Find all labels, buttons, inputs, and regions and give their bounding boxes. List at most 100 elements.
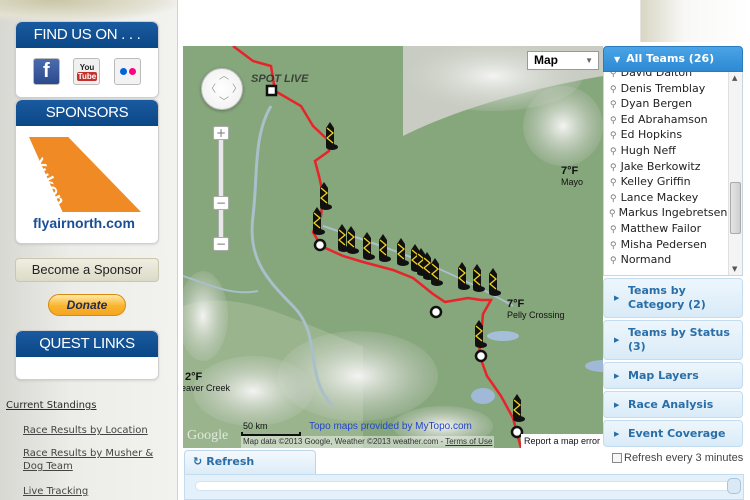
team-list-item[interactable]: ⚲ Kelley Griffin <box>604 175 728 191</box>
team-name: Misha Pedersen <box>620 237 707 251</box>
tracking-map[interactable]: SPOT LIVE ︿ ﹀ 〈 〉 + − − Map ▼ 7°F Mayo 7… <box>183 46 603 448</box>
team-list-scrollbar[interactable]: ▲ ▼ <box>728 72 742 275</box>
facebook-icon[interactable]: f <box>32 58 60 85</box>
chevron-right-icon: ▶ <box>614 294 620 302</box>
search-icon: ⚲ <box>610 100 617 111</box>
spot-live-label: SPOT LIVE <box>251 73 309 85</box>
section-label: Teams by Status (3) <box>628 326 730 353</box>
scale-label: 50 km <box>243 421 268 431</box>
flickr-blue-dot <box>119 68 127 75</box>
pan-down-icon[interactable]: ﹀ <box>219 98 229 108</box>
teams-by-category-header[interactable]: ▶ Teams by Category (2) <box>603 278 743 318</box>
auto-refresh-checkbox[interactable] <box>612 453 622 463</box>
scroll-thumb[interactable] <box>730 182 741 234</box>
lake <box>471 388 495 404</box>
team-name: Jake Berkowitz <box>620 159 701 173</box>
youtube-icon[interactable]: You Tube <box>73 58 101 85</box>
zoom-slider-track[interactable] <box>218 136 224 246</box>
facebook-glyph: f <box>42 60 50 82</box>
donate-button[interactable]: Donate <box>48 294 126 316</box>
checkpoint-marker <box>313 238 327 252</box>
map-canvas: SPOT LIVE <box>183 46 603 448</box>
flickr-icon[interactable] <box>114 58 142 85</box>
youtube-you-text: You <box>79 62 95 72</box>
zoom-in-button[interactable]: + <box>213 126 229 140</box>
team-list-item[interactable]: ⚲ Misha Pedersen <box>604 238 728 254</box>
zoom-slider-handle[interactable]: − <box>213 196 229 210</box>
pan-right-icon[interactable]: 〉 <box>232 85 242 95</box>
find-us-title: FIND US ON . . . <box>16 22 158 48</box>
team-list-item[interactable]: ⚲ Dyan Bergen <box>604 97 728 113</box>
search-icon: ⚲ <box>610 224 617 235</box>
search-icon: ⚲ <box>610 146 617 157</box>
map-type-select[interactable]: Map ▼ <box>527 51 599 70</box>
link-current-standings[interactable]: Current Standings <box>6 400 97 411</box>
timeline-panel <box>184 474 744 500</box>
refresh-locations-button[interactable]: ↻Refresh Locations <box>184 450 316 490</box>
zoom-out-button[interactable]: − <box>213 237 229 251</box>
checkpoint-marker <box>474 349 488 363</box>
weather-temp: 7°F <box>561 165 579 177</box>
search-icon: ⚲ <box>610 72 617 79</box>
weather-temp: 2°F <box>185 371 203 383</box>
map-layers-header[interactable]: ▶ Map Layers <box>603 362 743 389</box>
weather-pelly-crossing[interactable]: 7°F Pelly Crossing <box>507 299 565 321</box>
chevron-down-icon: ▼ <box>614 55 621 64</box>
google-logo: Google <box>187 428 229 443</box>
team-list-item[interactable]: ⚲ Denis Tremblay <box>604 82 728 98</box>
search-icon: ⚲ <box>610 162 617 173</box>
team-name: Ed Hopkins <box>620 128 683 142</box>
search-icon: ⚲ <box>610 256 617 267</box>
link-race-results-by-location[interactable]: Race Results by Location <box>23 424 173 437</box>
sponsors-panel: SPONSORS Yukon flyairnorth.com <box>15 99 159 244</box>
team-list-item[interactable]: ⚲ Ed Abrahamson <box>604 113 728 129</box>
link-live-tracking[interactable]: Live Tracking <box>23 485 173 498</box>
team-list-item[interactable]: ⚲ David Dalton <box>604 72 728 82</box>
sidebar: FIND US ON . . . f You Tube SPONSORS Yuk… <box>0 0 178 500</box>
lake <box>487 331 519 341</box>
team-name: Denis Tremblay <box>620 81 706 95</box>
race-analysis-header[interactable]: ▶ Race Analysis <box>603 391 743 418</box>
link-race-results-by-musher[interactable]: Race Results by Musher & Dog Team <box>23 447 173 473</box>
team-name: David Dalton <box>620 72 693 79</box>
topo-credit-link[interactable]: Topo maps provided by MyTopo.com <box>309 421 472 432</box>
map-attribution: Map data ©2013 Google, Weather ©2013 wea… <box>241 436 495 448</box>
team-name: Matthew Failor <box>620 221 702 235</box>
pan-control[interactable]: ︿ ﹀ 〈 〉 <box>201 68 243 110</box>
become-sponsor-button[interactable]: Become a Sponsor <box>15 258 159 282</box>
spot-start-marker <box>265 84 278 97</box>
sponsor-ad-air-north[interactable]: Yukon flyairnorth.com <box>27 135 147 231</box>
team-list-item[interactable]: ⚲ Ed Hopkins <box>604 128 728 144</box>
scroll-up-icon[interactable]: ▲ <box>732 74 737 82</box>
header-decoration <box>640 0 750 42</box>
weather-place: Mayo <box>561 177 584 187</box>
timeline-slider-handle[interactable] <box>727 478 741 494</box>
search-icon: ⚲ <box>610 84 617 95</box>
attribution-text: Map data ©2013 Google, Weather ©2013 wea… <box>243 437 446 446</box>
event-coverage-header[interactable]: ▶ Event Coverage <box>603 420 743 447</box>
flickr-pink-dot <box>128 68 136 75</box>
team-list: ⚲ David Dalton ⚲ Denis Tremblay ⚲ Dyan Bergen… <box>603 72 743 276</box>
team-list-item[interactable]: ⚲ Jake Berkowitz <box>604 160 728 176</box>
weather-mayo[interactable]: 7°F Mayo <box>561 166 583 188</box>
report-map-error-link[interactable]: Report a map error <box>521 434 603 448</box>
team-list-item[interactable]: ⚲ Matthew Failor <box>604 222 728 238</box>
team-list-item[interactable]: ⚲ Lance Mackey <box>604 191 728 207</box>
scroll-down-icon[interactable]: ▼ <box>732 265 737 273</box>
search-icon: ⚲ <box>609 209 616 220</box>
pan-up-icon[interactable]: ︿ <box>219 72 229 82</box>
sponsors-title: SPONSORS <box>16 100 158 126</box>
timeline-slider[interactable] <box>195 481 733 491</box>
all-teams-header[interactable]: ▼ All Teams (26) <box>603 46 743 72</box>
pan-left-icon[interactable]: 〈 <box>206 85 216 95</box>
teams-by-status-header[interactable]: ▶ Teams by Status (3) <box>603 320 743 360</box>
auto-refresh-toggle[interactable]: Refresh every 3 minutes <box>612 452 743 464</box>
team-list-item[interactable]: ⚲ Normand <box>604 253 728 269</box>
weather-beaver-creek[interactable]: 2°F Beaver Creek <box>183 372 230 394</box>
team-list-item[interactable]: ⚲ Markus Ingebretsen <box>604 206 728 222</box>
search-icon: ⚲ <box>610 131 617 142</box>
chevron-right-icon: ▶ <box>614 336 620 344</box>
terms-of-use-link[interactable]: Terms of Use <box>445 437 492 446</box>
team-name: Lance Mackey <box>620 190 699 204</box>
team-list-item[interactable]: ⚲ Hugh Neff <box>604 144 728 160</box>
